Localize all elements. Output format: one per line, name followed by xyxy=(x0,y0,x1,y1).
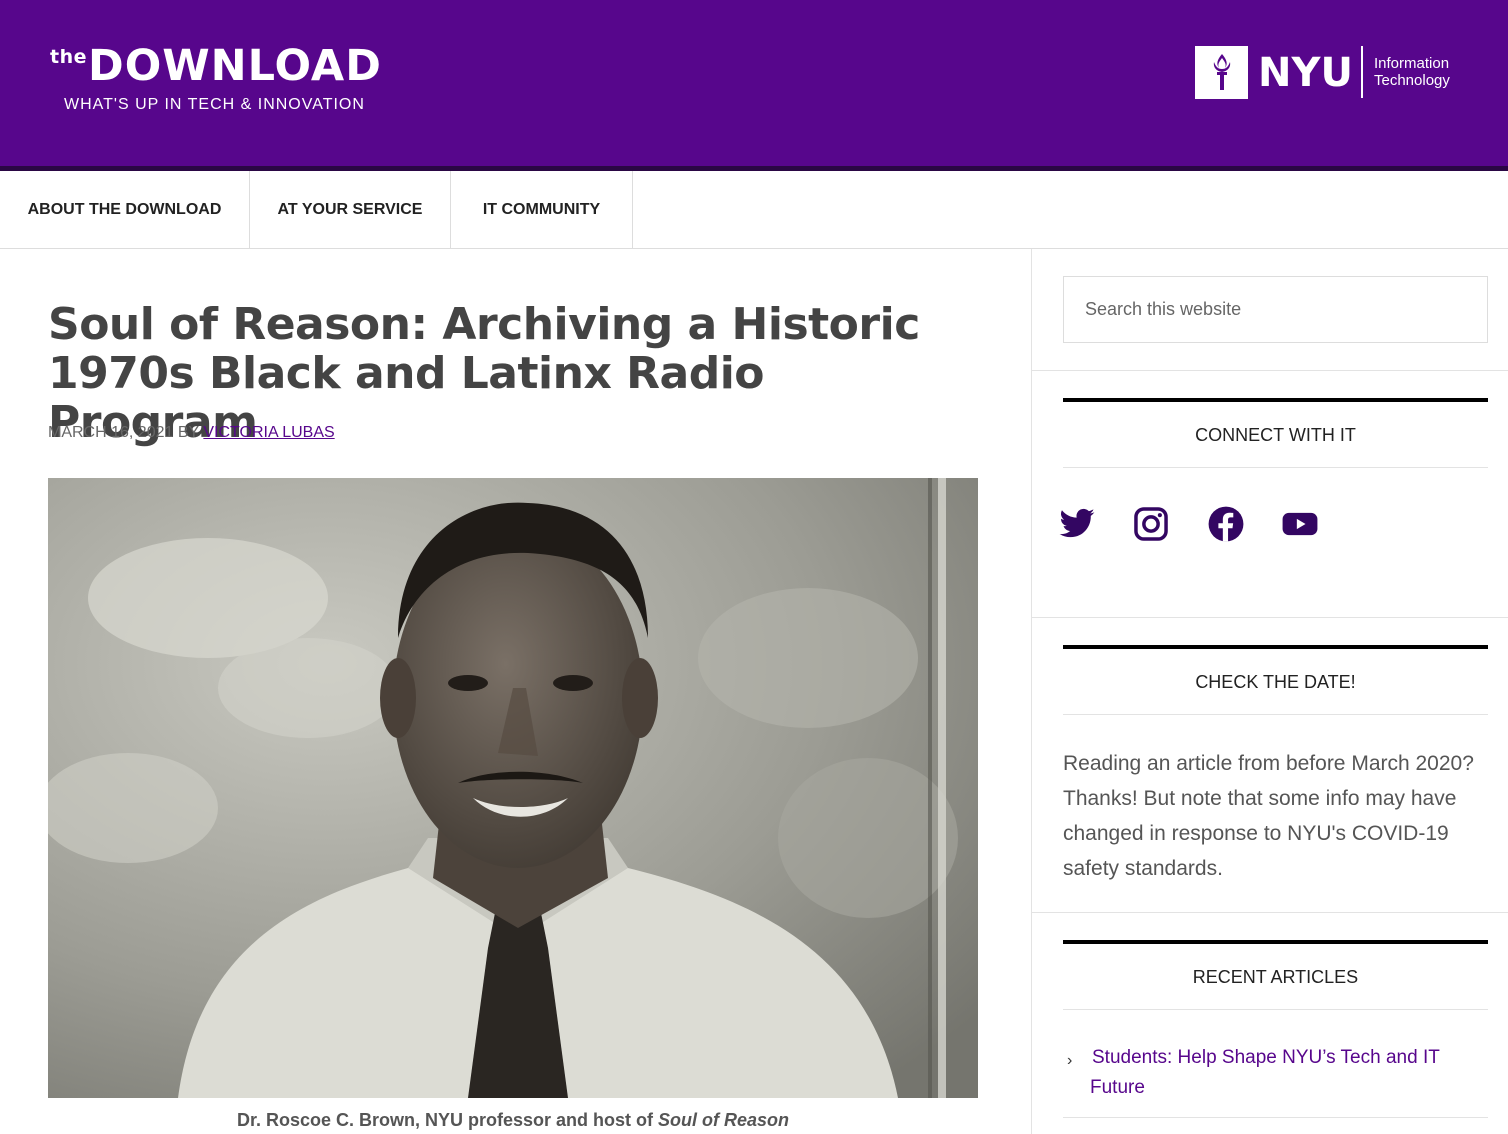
widget-separator xyxy=(1032,912,1508,913)
portrait-illustration xyxy=(48,478,978,1098)
photo-caption: Dr. Roscoe C. Brown, NYU professor and h… xyxy=(48,1110,978,1131)
dept-line-2: Technology xyxy=(1374,72,1450,89)
check-date-text: Reading an article from before March 202… xyxy=(1063,752,1474,880)
widget-separator xyxy=(1032,617,1508,618)
article-by: BY xyxy=(177,424,199,441)
article-meta: MARCH 16, 2021 BY VICTORIA LUBAS xyxy=(48,424,335,442)
logo-divider xyxy=(1361,46,1363,98)
recent-articles-widget-title: RECENT ARTICLES xyxy=(1063,944,1488,1010)
brand-prefix: the xyxy=(50,46,87,68)
nyu-it-logo[interactable]: NYU Information Technology xyxy=(1195,46,1465,100)
nyu-torch-icon xyxy=(1195,46,1248,99)
primary-nav: ABOUT THE DOWNLOAD AT YOUR SERVICE IT CO… xyxy=(0,171,1508,249)
featured-photo xyxy=(48,478,978,1098)
connect-widget-title: CONNECT WITH IT xyxy=(1063,402,1488,468)
nav-item-it-community[interactable]: IT COMMUNITY xyxy=(451,171,633,248)
caption-italic: Soul of Reason xyxy=(658,1110,790,1130)
chevron-right-icon: › xyxy=(1067,1052,1073,1069)
site-header: the DOWNLOAD WHAT'S UP IN TECH & INNOVAT… xyxy=(0,0,1508,166)
widget-separator xyxy=(1032,370,1508,371)
facebook-icon[interactable] xyxy=(1207,505,1245,543)
check-date-widget-title: CHECK THE DATE! xyxy=(1063,649,1488,715)
brand-tagline: WHAT'S UP IN TECH & INNOVATION xyxy=(64,96,365,113)
article-date: MARCH 16, 2021 xyxy=(48,424,174,441)
nyu-wordmark: NYU xyxy=(1258,50,1353,96)
nyu-department: Information Technology xyxy=(1374,55,1450,89)
sidebar-divider xyxy=(1031,249,1032,1134)
recent-article-item: › Students: Help Shape NYU’s Tech and IT… xyxy=(1063,1043,1488,1118)
instagram-icon[interactable] xyxy=(1132,505,1170,543)
recent-article-link[interactable]: Students: Help Shape NYU’s Tech and IT F… xyxy=(1063,1043,1488,1103)
caption-text: Dr. Roscoe C. Brown, NYU professor and h… xyxy=(236,1110,654,1130)
search-input[interactable] xyxy=(1063,276,1488,343)
dept-line-1: Information xyxy=(1374,55,1450,72)
nav-item-about[interactable]: ABOUT THE DOWNLOAD xyxy=(0,171,250,248)
youtube-icon[interactable] xyxy=(1281,505,1319,543)
article-author-link[interactable]: VICTORIA LUBAS xyxy=(203,424,334,441)
twitter-icon[interactable] xyxy=(1058,505,1096,543)
brand-name: DOWNLOAD xyxy=(88,41,382,91)
nav-item-at-your-service[interactable]: AT YOUR SERVICE xyxy=(250,171,451,248)
